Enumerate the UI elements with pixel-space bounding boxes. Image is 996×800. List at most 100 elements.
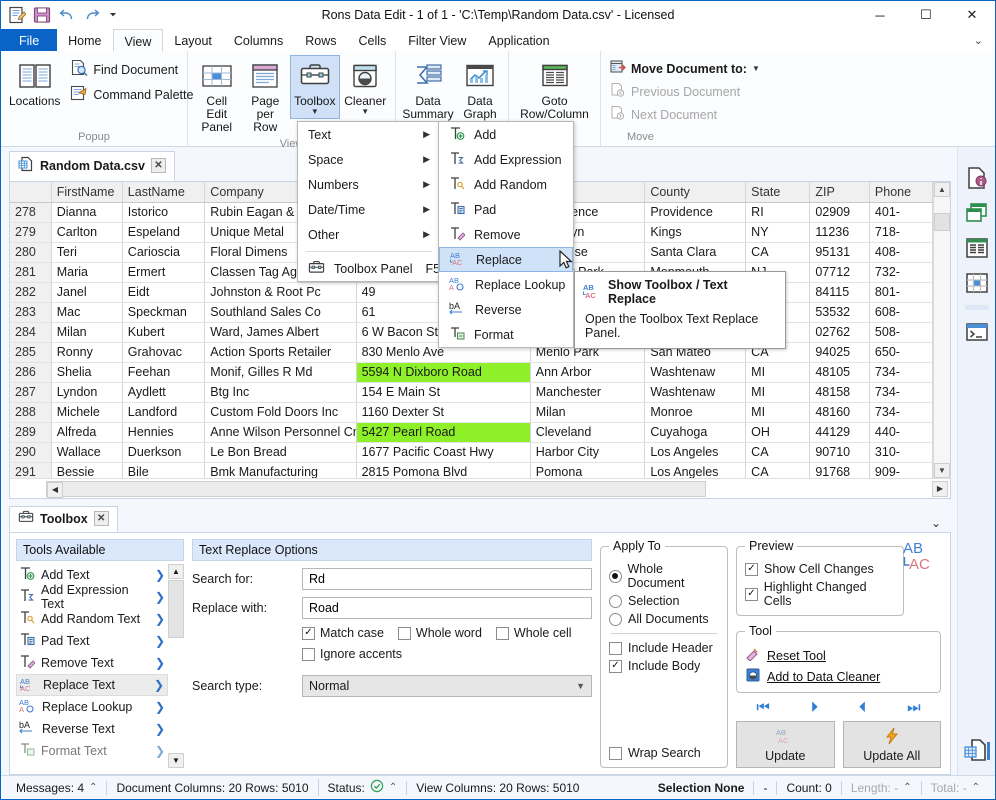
nav-next-icon[interactable]: ⏴ — [859, 699, 867, 716]
undo-icon[interactable] — [58, 6, 76, 24]
checkbox-box[interactable]: ✓ — [302, 627, 315, 640]
radio-selection[interactable]: Selection — [609, 594, 719, 608]
cell-state[interactable]: MI — [746, 362, 810, 382]
cell-state[interactable]: RI — [746, 202, 810, 222]
cell-zip[interactable]: 11236 — [810, 222, 870, 242]
cell-state[interactable]: CA — [746, 462, 810, 478]
highlight-changed-cells-checkbox[interactable]: ✓Highlight Changed Cells — [745, 580, 895, 608]
status-messages[interactable]: Messages: 4⌃ — [7, 781, 106, 795]
cell-company[interactable]: Le Bon Bread — [205, 442, 356, 462]
cell-company[interactable]: Ward, James Albert — [205, 322, 356, 342]
cell-company[interactable]: Action Sports Retailer — [205, 342, 356, 362]
windows-icon[interactable] — [964, 200, 990, 226]
next-document-button[interactable]: Next Document — [606, 103, 764, 126]
tool-item-replace-text[interactable]: ABAC Replace Text ❯ — [16, 674, 168, 696]
cleaner-dropdown-caret[interactable]: ▼ — [361, 108, 369, 115]
cell-zip[interactable]: 48160 — [810, 402, 870, 422]
grid-header-zip[interactable]: ZIP — [810, 182, 870, 202]
show-cell-changes-checkbox[interactable]: ✓Show Cell Changes — [745, 562, 895, 576]
tools-scroll-thumb[interactable] — [168, 580, 184, 638]
cell-county[interactable]: Los Angeles — [645, 462, 746, 478]
close-button[interactable]: ✕ — [949, 1, 995, 29]
nav-first-icon[interactable]: ⏮ — [756, 699, 770, 716]
grid-header-firstname[interactable]: FirstName — [51, 182, 122, 202]
radio-all-documents[interactable]: All Documents — [609, 612, 719, 626]
grid-header-lastname[interactable]: LastName — [122, 182, 205, 202]
cleaner-button[interactable]: Cleaner ▼ — [341, 55, 390, 119]
submenu-item-format[interactable]: Format — [439, 322, 573, 347]
cell-firstname[interactable]: Mac — [51, 302, 122, 322]
include-body-checkbox[interactable]: ✓Include Body — [609, 659, 719, 673]
cell-phone[interactable]: 440- — [869, 422, 932, 442]
scroll-down-icon[interactable]: ▼ — [934, 463, 950, 478]
cell-company[interactable]: Southland Sales Co — [205, 302, 356, 322]
cell-phone[interactable]: 650- — [869, 342, 932, 362]
cell-company[interactable]: Custom Fold Doors Inc — [205, 402, 356, 422]
checkbox-box[interactable] — [496, 627, 509, 640]
whole-word-checkbox[interactable]: Whole word — [398, 626, 482, 640]
toolbox-button[interactable]: Toolbox ▼ — [290, 55, 339, 119]
cell-phone[interactable]: 401- — [869, 202, 932, 222]
cell-lastname[interactable]: Bile — [122, 462, 205, 478]
data-summary-button[interactable]: Data Summary — [401, 55, 455, 125]
cell-phone[interactable]: 734- — [869, 362, 932, 382]
cell-company[interactable]: Monif, Gilles R Md — [205, 362, 356, 382]
chevron-up-icon[interactable]: ⌃ — [89, 782, 97, 793]
tab-view[interactable]: View — [113, 29, 164, 51]
checkbox-box[interactable]: ✓ — [745, 563, 758, 576]
cell-address[interactable]: 1677 Pacific Coast Hwy — [356, 442, 530, 462]
submenu-item-replace[interactable]: ABAC Replace — [439, 247, 573, 272]
status-length[interactable]: Length: -⌃ — [841, 781, 921, 795]
tool-item-add-random-text[interactable]: Add Random Text ❯ — [16, 608, 168, 630]
tab-layout[interactable]: Layout — [163, 29, 223, 51]
csv-document-icon[interactable] — [964, 737, 990, 763]
match-case-checkbox[interactable]: ✓Match case — [302, 626, 384, 640]
cell-lastname[interactable]: Feehan — [122, 362, 205, 382]
maximize-button[interactable]: ☐ — [903, 1, 949, 29]
cell-lastname[interactable]: Espeland — [122, 222, 205, 242]
scroll-up-icon[interactable]: ▲ — [934, 182, 950, 197]
submenu-item-reverse[interactable]: bA Reverse — [439, 297, 573, 322]
tab-home[interactable]: Home — [57, 29, 112, 51]
tab-file[interactable]: File — [1, 29, 57, 51]
cell-lastname[interactable]: Carioscia — [122, 242, 205, 262]
cell-city[interactable]: Ann Arbor — [530, 362, 645, 382]
cell-county[interactable]: Washtenaw — [645, 382, 746, 402]
cell-phone[interactable]: 734- — [869, 402, 932, 422]
submenu-item-add-random[interactable]: Add Random — [439, 172, 573, 197]
cell-company[interactable]: Btg Inc — [205, 382, 356, 402]
checkbox-box[interactable] — [609, 747, 622, 760]
cell-county[interactable]: Kings — [645, 222, 746, 242]
cell-zip[interactable]: 48105 — [810, 362, 870, 382]
grid-horizontal-scrollbar[interactable]: ◀ ▶ — [10, 478, 950, 498]
cell-phone[interactable]: 732- — [869, 262, 932, 282]
status-total[interactable]: Total: -⌃ — [921, 781, 989, 795]
move-document-to-button[interactable]: Move Document to: ▼ — [606, 57, 764, 80]
cell-company[interactable]: Anne Wilson Personnel Cnslnts — [205, 422, 356, 442]
cell-company[interactable]: Bmk Manufacturing — [205, 462, 356, 478]
submenu-item-add[interactable]: Add — [439, 122, 573, 147]
cell-zip[interactable]: 07712 — [810, 262, 870, 282]
cell-firstname[interactable]: Michele — [51, 402, 122, 422]
cell-lastname[interactable]: Istorico — [122, 202, 205, 222]
data-graph-button[interactable]: Data Graph — [457, 55, 503, 125]
chevron-up-icon[interactable]: ⌃ — [389, 782, 397, 793]
find-document-button[interactable]: Find Document — [66, 57, 197, 82]
cell-lastname[interactable]: Ermert — [122, 262, 205, 282]
cell-zip[interactable]: 84115 — [810, 282, 870, 302]
tab-columns[interactable]: Columns — [223, 29, 294, 51]
table-row[interactable]: 290WallaceDuerksonLe Bon Bread1677 Pacif… — [10, 442, 933, 462]
edit-document-icon[interactable] — [8, 6, 26, 24]
tools-list-scrollbar[interactable]: ▲ ▼ — [168, 564, 184, 768]
toolbox-tab[interactable]: Toolbox ✕ — [9, 506, 118, 532]
update-all-button[interactable]: Update All — [843, 721, 942, 768]
cell-zip[interactable]: 02909 — [810, 202, 870, 222]
cell-state[interactable]: CA — [746, 442, 810, 462]
cell-state[interactable]: CA — [746, 242, 810, 262]
qat-more-icon[interactable] — [108, 6, 118, 24]
document-info-icon[interactable] — [964, 165, 990, 191]
cell-zip[interactable]: 02762 — [810, 322, 870, 342]
cell-firstname[interactable]: Alfreda — [51, 422, 122, 442]
update-button[interactable]: ABAC Update — [736, 721, 835, 768]
page-per-row-button[interactable]: Page per Row — [242, 55, 290, 138]
